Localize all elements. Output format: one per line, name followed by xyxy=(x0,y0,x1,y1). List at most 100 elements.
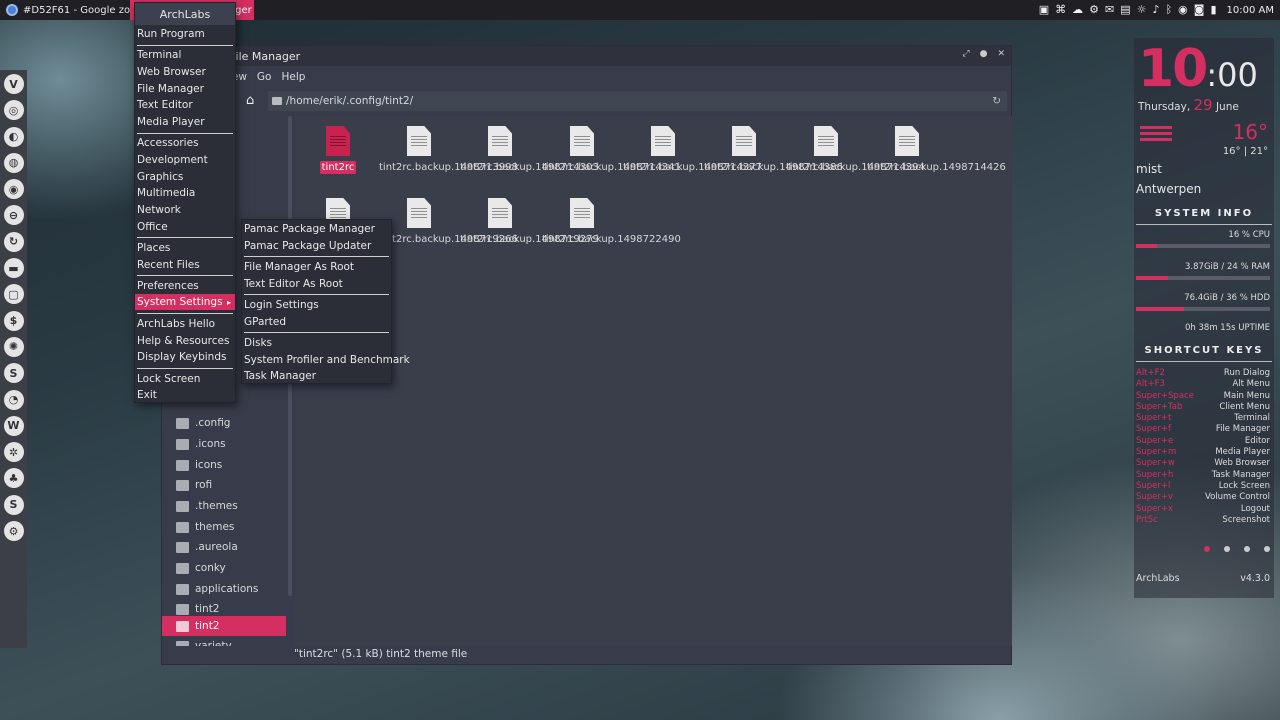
sidebar-item[interactable]: conky xyxy=(162,558,286,578)
skype-icon[interactable]: S xyxy=(3,363,24,384)
folder-icon xyxy=(176,438,189,450)
menu-item-gparted[interactable]: GParted xyxy=(242,314,391,330)
path-field[interactable]: /home/erik/.config/tint2/ ↻ xyxy=(268,91,1007,111)
menu-item-pamac-manager[interactable]: Pamac Package Manager xyxy=(242,221,391,237)
menu-item-task-manager[interactable]: Task Manager xyxy=(242,368,391,384)
sidebar-item[interactable]: rofi xyxy=(162,475,286,495)
folder-icon[interactable]: ▬ xyxy=(3,258,24,279)
file-grid: tint2rc tint2rc.backup.1498713998 tint2r… xyxy=(294,116,1012,646)
taskbar-clock[interactable]: 10:00 AM xyxy=(1227,5,1274,16)
menu-item-places[interactable]: Places xyxy=(135,240,235,256)
menu-item-media-player[interactable]: Media Player xyxy=(135,114,235,130)
file-item[interactable]: tint2rc.backup.1498714303 xyxy=(460,126,599,174)
menu-item-network[interactable]: Network xyxy=(135,202,235,218)
battery-icon[interactable]: ▮ xyxy=(1210,0,1216,20)
menu-item-exit[interactable]: Exit xyxy=(135,387,235,403)
sidebar-item[interactable]: .themes xyxy=(162,496,286,516)
settings-icon[interactable]: ✺ xyxy=(3,336,24,357)
close-icon[interactable]: ✕ xyxy=(997,49,1005,59)
sidebar-item-label: .themes xyxy=(195,500,238,512)
sidebar-item[interactable]: applications xyxy=(162,579,286,599)
link-icon[interactable]: ⊖ xyxy=(3,205,24,226)
menu-item-development[interactable]: Development xyxy=(135,152,235,168)
tree-icon[interactable]: ♣ xyxy=(3,468,24,489)
minimize-icon[interactable]: ⤢ xyxy=(962,49,969,59)
sidebar-item[interactable]: icons xyxy=(162,455,286,475)
menu-help[interactable]: Help xyxy=(281,71,305,83)
wave-icon[interactable]: W xyxy=(3,415,24,436)
menu-item-graphics[interactable]: Graphics xyxy=(135,169,235,185)
vivaldi-icon[interactable]: V xyxy=(3,74,24,94)
skype-alt-icon[interactable]: S xyxy=(3,494,24,515)
compass-icon[interactable]: ◔ xyxy=(3,389,24,410)
menu-item-preferences[interactable]: Preferences xyxy=(135,278,235,294)
aperture-icon[interactable]: ✲ xyxy=(3,442,24,463)
gear-icon[interactable]: ⚙ xyxy=(3,521,24,542)
menu-item-office[interactable]: Office xyxy=(135,219,235,235)
file-item[interactable]: tint2rc.backup.1498714386 xyxy=(704,126,843,174)
window-icon[interactable]: ▢ xyxy=(3,284,24,305)
menu-item-recent-files[interactable]: Recent Files xyxy=(135,257,235,273)
bluetooth-icon[interactable]: ᛒ xyxy=(1166,0,1173,20)
home-icon[interactable]: ⌂ xyxy=(246,93,254,108)
file-item[interactable]: tint2rc.backup.1498713998 xyxy=(379,126,518,174)
settings-icon[interactable]: ⚙ xyxy=(1089,0,1099,20)
taskbar-item-chrome[interactable]: #D52F61 - Google zoe... xyxy=(0,0,152,20)
sync-icon[interactable]: ↻ xyxy=(3,231,24,252)
file-item[interactable]: tint2rc.backup.1498714426 xyxy=(867,126,1006,174)
maximize-icon[interactable]: ● xyxy=(980,49,988,59)
menu-item-archlabs-hello[interactable]: ArchLabs Hello xyxy=(135,316,235,332)
window-titlebar[interactable]: File Manager ⤢ ● ✕ xyxy=(162,46,1011,66)
cloud-icon[interactable]: ☁ xyxy=(1072,0,1083,20)
menu-go[interactable]: Go xyxy=(257,71,272,83)
chrome-icon[interactable]: ◎ xyxy=(3,100,24,121)
file-item[interactable]: tint2rc.backup.1498714377 xyxy=(623,126,762,174)
menu-item-terminal[interactable]: Terminal xyxy=(135,47,235,63)
sidebar-item[interactable]: variety xyxy=(162,636,286,646)
sidebar-item[interactable]: .config xyxy=(162,413,286,433)
menu-item-system-profiler[interactable]: System Profiler and Benchmark xyxy=(242,352,410,368)
menu-item-file-manager-root[interactable]: File Manager As Root xyxy=(242,259,391,275)
firefox-icon[interactable]: ◐ xyxy=(3,126,24,147)
menu-item-text-editor[interactable]: Text Editor xyxy=(135,97,235,113)
mail-icon[interactable]: ✉ xyxy=(1105,0,1114,20)
dollar-icon[interactable]: $ xyxy=(3,310,24,331)
file-item[interactable]: tint2rc.backup.1498719279 xyxy=(460,198,599,246)
sidebar-item[interactable]: .icons xyxy=(162,434,286,454)
sidebar-item[interactable]: .aureola xyxy=(162,537,286,557)
globe-icon[interactable]: ◍ xyxy=(3,152,24,173)
menu-item-run-program[interactable]: Run Program xyxy=(135,26,235,42)
page-dot[interactable] xyxy=(1264,546,1270,552)
menu-item-accessories[interactable]: Accessories xyxy=(135,135,235,151)
menu-item-file-manager[interactable]: File Manager xyxy=(135,81,235,97)
bulb-icon[interactable]: ☼ xyxy=(1137,0,1147,20)
menu-item-disks[interactable]: Disks xyxy=(242,335,391,351)
image-icon[interactable]: ▤ xyxy=(1120,0,1130,20)
menu-item-lock-screen[interactable]: Lock Screen xyxy=(135,371,235,387)
network-icon[interactable]: ⌘ xyxy=(1055,0,1066,20)
folder-icon xyxy=(176,583,189,595)
menu-item-multimedia[interactable]: Multimedia xyxy=(135,185,235,201)
file-item[interactable]: tint2rc.backup.1498714341 xyxy=(542,126,681,174)
page-dot[interactable] xyxy=(1244,546,1250,552)
dropbox-icon[interactable]: ▣ xyxy=(1039,0,1049,20)
menu-item-help-resources[interactable]: Help & Resources xyxy=(135,333,235,349)
menu-item-login-settings[interactable]: Login Settings xyxy=(242,297,391,313)
browser-icon[interactable]: ◉ xyxy=(3,179,24,200)
page-dot-active[interactable] xyxy=(1204,546,1210,552)
file-item[interactable]: tint2rc xyxy=(298,126,378,174)
reload-icon[interactable]: ↻ xyxy=(992,95,1001,107)
menu-item-text-editor-root[interactable]: Text Editor As Root xyxy=(242,276,391,292)
menu-item-display-keybinds[interactable]: Display Keybinds xyxy=(135,349,235,365)
menu-item-web-browser[interactable]: Web Browser xyxy=(135,64,235,80)
file-item[interactable]: tint2rc.backup.1498722490 xyxy=(542,198,681,246)
chrome-icon[interactable]: ◉ xyxy=(1178,0,1188,20)
sidebar-item-selected[interactable]: tint2 xyxy=(162,616,286,636)
menu-item-system-settings[interactable]: System Settings ▸ xyxy=(135,294,235,310)
menu-item-pamac-updater[interactable]: Pamac Package Updater xyxy=(242,238,391,254)
page-dot[interactable] xyxy=(1224,546,1230,552)
file-item[interactable]: tint2rc.backup.1498714394 xyxy=(786,126,925,174)
sidebar-item[interactable]: themes xyxy=(162,517,286,537)
camera-icon[interactable]: ◙ xyxy=(1194,0,1205,20)
volume-icon[interactable]: ♪ xyxy=(1153,0,1160,20)
